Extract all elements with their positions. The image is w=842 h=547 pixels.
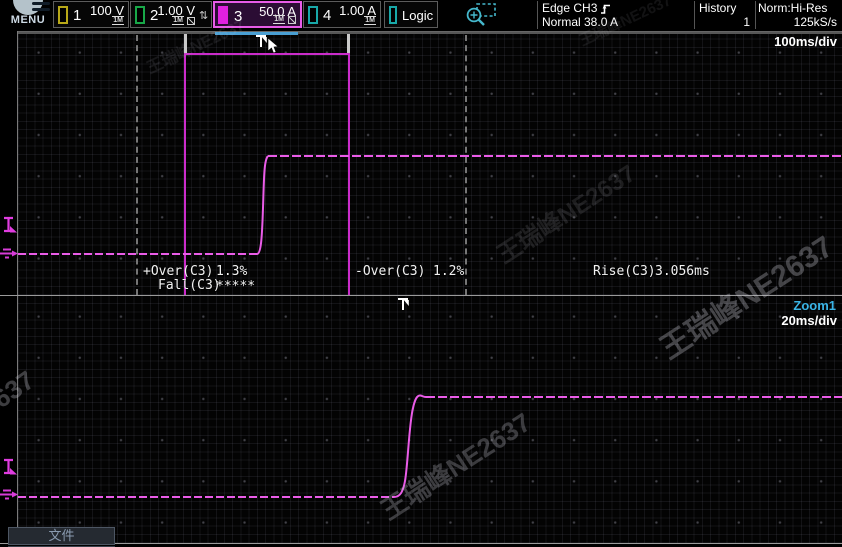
measurement-value: 3.056ms bbox=[655, 265, 710, 278]
hamburger-bar bbox=[32, 2, 50, 5]
divider bbox=[537, 1, 538, 29]
channel-2-color-icon bbox=[135, 6, 145, 24]
divider bbox=[755, 1, 756, 29]
history-value: 1 bbox=[743, 15, 750, 29]
ch3-trace-zoom bbox=[18, 296, 842, 543]
channel-3-chip[interactable]: 3 50.0 A 1M bbox=[213, 1, 302, 28]
channel-4-chip[interactable]: 4 1.00 A 1M bbox=[303, 1, 381, 28]
measurement-label: -Over(C3) bbox=[355, 265, 425, 278]
file-button[interactable]: 文件 bbox=[8, 527, 115, 545]
channel-1-color-icon bbox=[58, 6, 68, 24]
coupling-1m-icon: 1M bbox=[273, 15, 285, 24]
channel-number: 1 bbox=[73, 7, 81, 24]
channel-1-chip[interactable]: 1 100 V 1M bbox=[53, 1, 129, 28]
ch3-zoom-position-marker[interactable] bbox=[2, 457, 17, 484]
ch3-position-marker[interactable] bbox=[2, 215, 17, 242]
main-waveform-panel: 100ms/div +Over(C3) 1.3% Fall( bbox=[18, 31, 842, 295]
measurement-label: Rise(C3) bbox=[593, 265, 656, 278]
hamburger-bar bbox=[32, 8, 50, 11]
panel-divider bbox=[0, 295, 842, 296]
position-arrows-icon: ⇅ bbox=[199, 11, 208, 22]
probe-icon bbox=[187, 17, 195, 25]
zoom-waveform-panel: Zoom1 20ms/div bbox=[18, 296, 842, 543]
coupling-1m-icon: 1M bbox=[172, 16, 184, 25]
oscilloscope-screen: MENU 1 100 V 1M 2 1.00 V 1M ⇅ 3 50.0 A bbox=[0, 0, 842, 547]
sample-rate: 125kS/s bbox=[794, 15, 837, 29]
trigger-detail: Normal 38.0 A bbox=[542, 15, 618, 29]
channel-3-color-icon bbox=[218, 6, 228, 24]
divider bbox=[694, 1, 695, 29]
channel-number: 4 bbox=[323, 7, 331, 24]
rising-edge-icon bbox=[600, 2, 611, 15]
zoom-search-icon[interactable] bbox=[464, 2, 498, 28]
channel-2-chip[interactable]: 2 1.00 V 1M ⇅ bbox=[130, 1, 212, 28]
graticule-left-edge bbox=[17, 31, 18, 543]
trigger-mode: Edge CH3 bbox=[542, 1, 597, 15]
coupling-1m-icon: 1M bbox=[364, 16, 376, 25]
measurement-value: 1.2% bbox=[433, 265, 464, 278]
panel-bottom-edge bbox=[0, 543, 842, 544]
ch3-ground-marker[interactable] bbox=[0, 247, 18, 266]
probe-icon bbox=[288, 16, 296, 24]
measurement-label: Fall(C3) bbox=[158, 279, 221, 292]
measurement-value: ***** bbox=[216, 280, 255, 293]
toolbar: MENU 1 100 V 1M 2 1.00 V 1M ⇅ 3 50.0 A bbox=[0, 0, 842, 30]
logic-color-icon bbox=[389, 6, 397, 24]
acquisition-mode: Norm:Hi-Res bbox=[758, 1, 827, 15]
history-label: History bbox=[699, 1, 736, 15]
logic-label: Logic bbox=[402, 8, 433, 23]
channel-number: 3 bbox=[234, 8, 242, 25]
ch3-trace-main bbox=[18, 32, 842, 296]
hamburger-icon bbox=[13, 0, 43, 15]
channel-4-color-icon bbox=[308, 6, 318, 24]
coupling-1m-icon: 1M bbox=[112, 16, 124, 25]
measurement-label: +Over(C3) bbox=[143, 265, 213, 278]
logic-chip[interactable]: Logic bbox=[384, 1, 438, 28]
ch3-zoom-ground-marker[interactable] bbox=[0, 488, 18, 507]
measurement-value: 1.3% bbox=[216, 265, 247, 278]
menu-button[interactable]: MENU bbox=[0, 0, 54, 30]
menu-label: MENU bbox=[2, 14, 54, 26]
